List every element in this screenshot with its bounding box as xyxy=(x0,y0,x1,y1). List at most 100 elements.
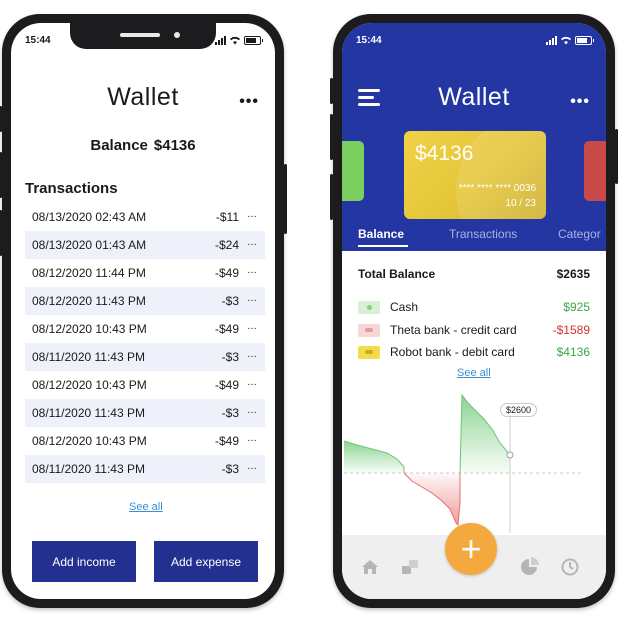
table-row[interactable]: 08/13/2020 01:43 AM -$24… xyxy=(25,231,265,259)
transaction-date: 08/12/2020 10:43 PM xyxy=(32,434,147,448)
transaction-date: 08/13/2020 02:43 AM xyxy=(32,210,147,224)
chart-marker-point[interactable] xyxy=(506,451,514,459)
left-phone: 15:44 Wallet ••• Balance $4136 Transactio… xyxy=(0,14,287,608)
credit-card-icon xyxy=(358,324,380,337)
table-row[interactable]: 08/12/2020 11:43 PM -$3… xyxy=(25,287,265,315)
row-menu-icon[interactable]: … xyxy=(239,265,265,276)
right-phone: 15:44 Wallet ••• $4136 **** **** **** 00… xyxy=(330,14,618,608)
account-name: Cash xyxy=(390,300,419,314)
balance-summary: Balance $4136 xyxy=(11,137,275,154)
card-credit-preview[interactable] xyxy=(584,141,606,201)
transaction-amount: -$49 xyxy=(214,266,239,280)
transfer-icon[interactable] xyxy=(400,557,420,577)
tab-balance[interactable]: Balance xyxy=(358,227,404,241)
transaction-date: 08/12/2020 10:43 PM xyxy=(32,378,147,392)
wifi-icon xyxy=(230,36,240,45)
status-time: 15:44 xyxy=(25,35,51,46)
signal-icon xyxy=(546,36,557,45)
account-value: $925 xyxy=(563,300,590,314)
page-title: Wallet xyxy=(438,83,510,111)
see-all-link[interactable]: See all xyxy=(457,367,491,379)
table-row[interactable]: 08/12/2020 10:43 PM -$49… xyxy=(25,371,265,399)
transaction-amount: -$11 xyxy=(215,210,239,224)
account-name: Robot bank - debit card xyxy=(390,345,515,359)
balance-value: $4136 xyxy=(153,137,196,154)
clock-icon[interactable] xyxy=(560,557,580,577)
card-expiry: 10 / 23 xyxy=(505,198,536,209)
row-menu-icon[interactable]: … xyxy=(239,293,265,304)
table-row[interactable]: 08/13/2020 02:43 AM -$11… xyxy=(25,203,265,231)
transaction-amount: -$24 xyxy=(214,238,239,252)
row-menu-icon[interactable]: … xyxy=(239,433,265,444)
total-balance-value: $2635 xyxy=(556,267,590,281)
pie-chart-icon[interactable] xyxy=(519,557,539,577)
transaction-amount: -$3 xyxy=(221,462,239,476)
list-item[interactable]: Theta bank - credit card -$1589 xyxy=(358,322,590,338)
tab-transactions[interactable]: Transactions xyxy=(449,227,517,241)
side-button xyxy=(284,164,287,234)
transaction-amount: -$3 xyxy=(221,406,239,420)
transaction-date: 08/11/2020 11:43 PM xyxy=(32,350,145,364)
row-menu-icon[interactable]: … xyxy=(239,405,265,416)
table-row[interactable]: 08/12/2020 11:44 PM -$49… xyxy=(25,259,265,287)
account-value: $4136 xyxy=(556,345,590,359)
row-menu-icon[interactable]: … xyxy=(239,321,265,332)
status-time: 15:44 xyxy=(356,35,382,46)
add-expense-button[interactable]: Add expense xyxy=(154,541,258,582)
transaction-date: 08/12/2020 11:44 PM xyxy=(32,266,146,280)
home-icon[interactable] xyxy=(360,557,380,577)
side-button xyxy=(330,78,333,104)
side-button xyxy=(0,152,2,198)
transaction-amount: -$3 xyxy=(221,350,239,364)
more-options-icon[interactable]: ••• xyxy=(239,93,259,111)
transaction-amount: -$3 xyxy=(221,294,239,308)
row-menu-icon[interactable]: … xyxy=(239,209,265,220)
account-value: -$1589 xyxy=(552,323,590,337)
transaction-amount: -$49 xyxy=(214,322,239,336)
chart-area-positive-left xyxy=(344,441,404,473)
list-item[interactable]: Robot bank - debit card $4136 xyxy=(358,344,590,360)
table-row[interactable]: 08/11/2020 11:43 PM -$3… xyxy=(25,399,265,427)
debit-card-icon xyxy=(358,346,380,359)
signal-icon xyxy=(215,36,226,45)
status-bar: 15:44 xyxy=(342,35,606,49)
tab-bar: Balance Transactions Categor xyxy=(342,227,606,251)
side-button xyxy=(0,106,2,132)
transactions-list: 08/13/2020 02:43 AM -$11… 08/13/2020 01:4… xyxy=(25,203,265,483)
cash-icon xyxy=(358,301,380,314)
table-row[interactable]: 08/11/2020 11:43 PM -$3… xyxy=(25,343,265,371)
battery-icon xyxy=(575,36,594,45)
row-menu-icon[interactable]: … xyxy=(239,461,265,472)
transaction-date: 08/13/2020 01:43 AM xyxy=(32,238,147,252)
row-menu-icon[interactable]: … xyxy=(239,377,265,388)
active-tab-indicator xyxy=(358,245,408,247)
row-menu-icon[interactable]: … xyxy=(239,237,265,248)
row-menu-icon[interactable]: … xyxy=(239,349,265,360)
see-all-link[interactable]: See all xyxy=(129,501,163,513)
side-button xyxy=(330,174,333,220)
card-cash-preview[interactable] xyxy=(342,141,364,201)
add-income-button[interactable]: Add income xyxy=(32,541,136,582)
wifi-icon xyxy=(561,36,571,45)
wallet-card[interactable]: $4136 **** **** **** 0036 10 / 23 xyxy=(404,131,546,219)
page-title: Wallet xyxy=(107,83,179,111)
table-row[interactable]: 08/12/2020 10:43 PM -$49… xyxy=(25,315,265,343)
list-item[interactable]: Cash $925 xyxy=(358,299,590,315)
total-balance-row: Total Balance $2635 xyxy=(358,267,590,281)
more-options-icon[interactable]: ••• xyxy=(570,93,590,111)
side-button xyxy=(330,114,333,160)
tab-categories[interactable]: Categor xyxy=(558,227,601,241)
table-row[interactable]: 08/12/2020 10:43 PM -$49… xyxy=(25,427,265,455)
transaction-date: 08/11/2020 11:43 PM xyxy=(32,462,145,476)
balance-trend-chart xyxy=(343,393,582,533)
table-row[interactable]: 08/11/2020 11:43 PM -$3… xyxy=(25,455,265,483)
battery-icon xyxy=(244,36,263,45)
transaction-date: 08/11/2020 11:43 PM xyxy=(32,406,145,420)
card-amount: $4136 xyxy=(415,142,474,165)
add-button[interactable]: + xyxy=(445,523,497,575)
bottom-navigation: + xyxy=(342,523,606,599)
transactions-heading: Transactions xyxy=(25,180,118,197)
right-screen: 15:44 Wallet ••• $4136 **** **** **** 00… xyxy=(342,23,606,599)
left-screen: 15:44 Wallet ••• Balance $4136 Transactio… xyxy=(11,23,275,599)
card-number: **** **** **** 0036 xyxy=(458,183,536,194)
